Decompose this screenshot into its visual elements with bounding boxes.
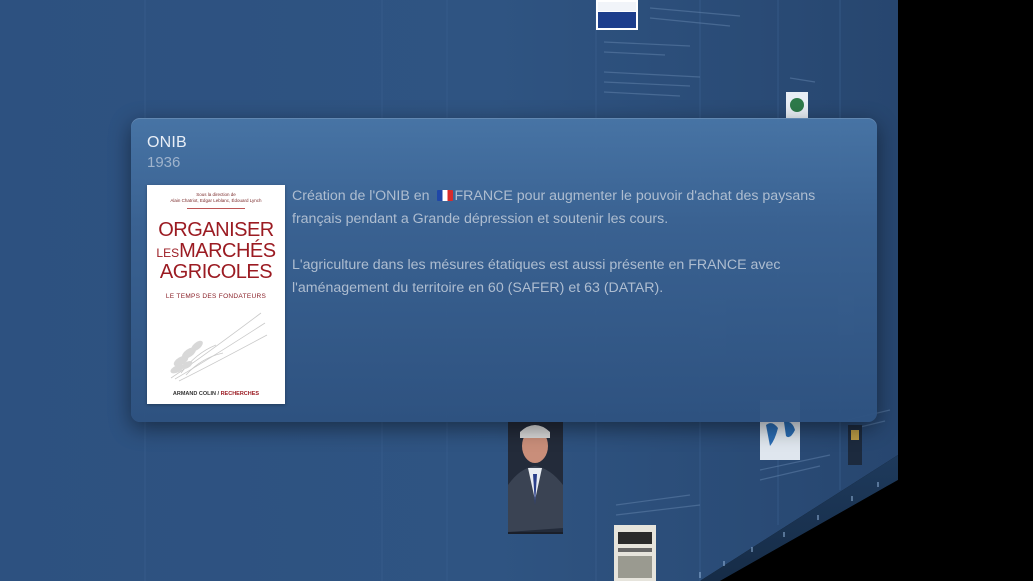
timeline-stage: ONIB 1936 Sous la direction de Alain Cha… (0, 0, 1033, 581)
book-publisher-name: ARMAND COLIN (172, 391, 216, 397)
book-cover-title-line2: LESMARCHÉS (147, 240, 285, 263)
book-cover-title-marches: MARCHÉS (179, 240, 276, 262)
france-flag-icon (436, 190, 453, 201)
event-year: 1936 (147, 154, 181, 171)
book-cover-image[interactable]: Sous la direction de Alain Chatriot, Edg… (147, 185, 285, 404)
book-cover-title-line3: AGRICOLES (159, 261, 273, 283)
book-cover-divider (187, 208, 245, 209)
paragraph-1-start: Création de l'ONIB en (292, 188, 430, 204)
book-cover-direction: Sous la direction de Alain Chatriot, Edg… (170, 192, 262, 203)
event-detail-card[interactable]: ONIB 1936 Sous la direction de Alain Cha… (131, 118, 877, 422)
book-cover-title-les: LES (156, 246, 180, 260)
event-title: ONIB (147, 134, 187, 151)
book-collection-name: RECHERCHES (220, 391, 260, 397)
event-description-paragraph-1: Création de l'ONIB en FRANCE pour augmen… (292, 185, 867, 231)
book-cover-publisher: ARMAND COLIN / RECHERCHES (172, 391, 260, 397)
event-description-paragraph-2: L'agriculture dans les mésures étatiques… (292, 257, 781, 296)
book-cover-title-line1: ORGANISER (158, 219, 274, 241)
wheat-illustration-icon (170, 312, 268, 382)
book-cover-subtitle: LE TEMPS DES FONDATEURS (165, 293, 267, 300)
